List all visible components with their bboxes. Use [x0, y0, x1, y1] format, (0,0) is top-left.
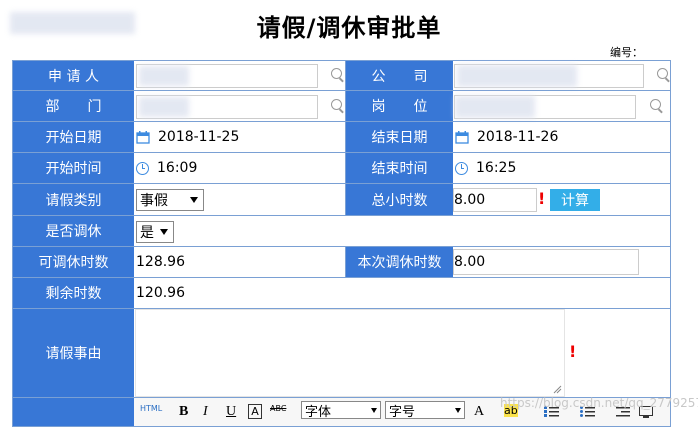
font-family-value: 字体 [305, 404, 332, 420]
required-mark: ! [538, 189, 546, 208]
row-compensatory: 是否调休 是 [12, 215, 671, 247]
start-time-label: 开始时间 [13, 153, 134, 183]
available-comp-hours-value: 128.96 [136, 254, 185, 270]
row-dates: 开始日期 2018-11-25 结束日期 2018-11-26 [12, 121, 671, 153]
blurred-department [139, 97, 189, 117]
reason-textarea[interactable] [135, 309, 565, 397]
row-leave-type: 请假类别 事假 总小时数 8.00 ! 计算 [12, 183, 671, 216]
this-comp-hours-label: 本次调休时数 [345, 247, 453, 277]
underline-icon[interactable]: U [226, 404, 236, 420]
start-time-value: 16:09 [157, 160, 198, 176]
end-date-field[interactable]: 2018-11-26 [453, 122, 670, 152]
chevron-down-icon [190, 197, 198, 203]
blurred-position [455, 96, 535, 118]
chevron-down-icon [455, 408, 461, 413]
position-label: 岗 位 [345, 91, 453, 121]
start-time-field[interactable]: 16:09 [134, 153, 345, 183]
resize-handle-icon[interactable] [552, 384, 562, 394]
applicant-field[interactable] [136, 64, 318, 88]
leave-type-select[interactable]: 事假 [136, 189, 204, 211]
start-date-value: 2018-11-25 [158, 129, 240, 145]
department-field[interactable] [136, 95, 318, 119]
row-comp-hours: 可调休时数 128.96 本次调休时数 8.00 [12, 246, 671, 278]
remaining-hours-value: 120.96 [136, 285, 185, 301]
calculate-button[interactable]: 计算 [550, 189, 600, 211]
end-time-label: 结束时间 [345, 153, 453, 183]
border-text-icon[interactable]: A [248, 404, 262, 419]
leave-type-value: 事假 [140, 193, 168, 209]
row-department: 部 门 岗 位 [12, 90, 671, 122]
chevron-down-icon [160, 229, 168, 235]
calendar-icon[interactable] [455, 130, 469, 144]
start-date-field[interactable]: 2018-11-25 [134, 122, 345, 152]
end-time-field[interactable]: 16:25 [453, 153, 670, 183]
search-icon[interactable] [650, 99, 661, 110]
watermark-text: https://blog.csdn.net/qq_27792575 [500, 396, 698, 410]
start-date-label: 开始日期 [13, 122, 134, 152]
leave-type-label: 请假类别 [13, 184, 134, 215]
end-date-label: 结束日期 [345, 122, 453, 152]
row-reason: 请假事由 ! [12, 308, 671, 398]
chevron-down-icon [371, 408, 377, 413]
bold-icon[interactable]: B [179, 404, 188, 420]
font-size-select[interactable]: 字号 [385, 401, 465, 420]
italic-icon[interactable]: I [203, 404, 208, 420]
font-size-value: 字号 [389, 404, 416, 420]
strikethrough-icon[interactable]: ABC [270, 404, 286, 413]
page-title: 请假/调休审批单 [256, 14, 442, 42]
remaining-hours-label: 剩余时数 [13, 278, 134, 308]
html-button[interactable]: HTML [140, 404, 162, 413]
end-time-value: 16:25 [476, 160, 517, 176]
reason-label: 请假事由 [13, 309, 134, 397]
search-icon[interactable] [657, 68, 668, 79]
form-number-label: 编号： [610, 46, 643, 59]
available-comp-hours-label: 可调休时数 [13, 247, 134, 277]
clock-icon[interactable] [455, 161, 468, 175]
font-color-icon[interactable]: A [474, 404, 484, 420]
is-compensatory-value: 是 [140, 225, 154, 241]
row-remaining: 剩余时数 120.96 [12, 277, 671, 309]
search-icon[interactable] [331, 99, 342, 110]
company-label: 公 司 [345, 61, 453, 90]
is-compensatory-select[interactable]: 是 [136, 221, 174, 243]
applicant-label: 申 请 人 [13, 61, 134, 90]
total-hours-label: 总小时数 [345, 184, 453, 215]
font-family-select[interactable]: 字体 [301, 401, 381, 420]
this-comp-hours-field[interactable]: 8.00 [453, 249, 639, 275]
required-mark: ! [569, 342, 577, 361]
blurred-company [457, 65, 577, 87]
clock-icon[interactable] [136, 161, 149, 175]
calendar-icon[interactable] [136, 130, 150, 144]
department-label: 部 门 [13, 91, 134, 121]
end-date-value: 2018-11-26 [477, 129, 559, 145]
is-compensatory-label: 是否调休 [13, 216, 134, 246]
total-hours-field[interactable]: 8.00 [453, 188, 537, 212]
company-field[interactable] [454, 64, 644, 88]
position-field[interactable] [454, 95, 636, 119]
blurred-name [139, 66, 189, 86]
row-applicant: 申 请 人 公 司 [12, 60, 671, 91]
this-comp-hours-value: 8.00 [454, 254, 486, 270]
row-times: 开始时间 16:09 结束时间 16:25 [12, 152, 671, 184]
search-icon[interactable] [331, 68, 342, 79]
total-hours-value: 8.00 [454, 192, 486, 208]
